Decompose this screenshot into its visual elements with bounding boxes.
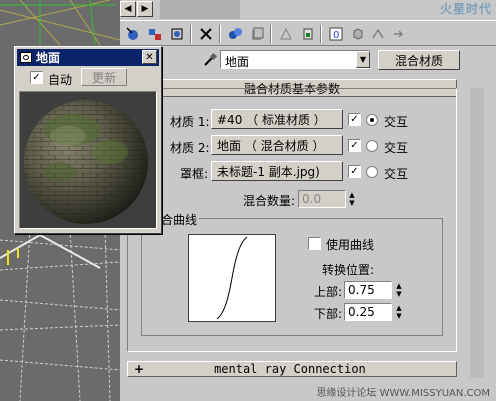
close-icon[interactable]: ✕ <box>142 50 157 64</box>
upper-spinner[interactable]: ▲ ▼ <box>394 281 404 299</box>
scroll-left-arrow[interactable]: ◀ <box>120 1 136 17</box>
material-name-dropdown-arrow[interactable]: ▼ <box>356 51 370 68</box>
mask-interactive-radio[interactable] <box>366 166 378 178</box>
put-to-library-icon[interactable] <box>247 24 267 44</box>
toolbar-separator <box>270 25 272 43</box>
mixing-curve-line <box>216 236 248 320</box>
show-map-icon[interactable] <box>298 24 318 44</box>
material-2-interactive-label: 交互 <box>384 141 409 155</box>
preview-sphere-area <box>19 91 157 229</box>
upper-field[interactable]: 0.75 <box>344 281 392 299</box>
preview-title-bar[interactable]: 地面 ✕ <box>17 49 159 66</box>
mix-amount-field[interactable]: 0.0 <box>298 190 346 208</box>
scroll-right-arrow[interactable]: ▶ <box>137 1 153 17</box>
update-button[interactable]: 更新 <box>81 68 127 86</box>
material-editor-icon <box>20 52 32 63</box>
material-1-button[interactable]: #40 （ 标准材质 ） <box>211 109 343 129</box>
lower-field[interactable]: 0.25 <box>344 303 392 321</box>
mix-amount-label: 混合数量: <box>243 194 296 208</box>
toolbar-separator <box>320 25 322 43</box>
watermark-top: 火星时代 <box>439 2 492 16</box>
material-2-enable-checkbox[interactable]: ✓ <box>348 139 361 152</box>
panel-scroll-track[interactable] <box>470 88 484 378</box>
material-preview-window[interactable]: 地面 ✕ ✓ 自动 更新 <box>14 46 162 234</box>
toolbar-separator <box>219 25 221 43</box>
material-1-interactive-radio[interactable] <box>366 114 378 126</box>
preview-title: 地面 <box>36 51 61 65</box>
material-effects-channel-icon[interactable] <box>276 24 296 44</box>
material-name-field[interactable]: 地面 <box>220 50 370 69</box>
rollout-expand-sign: + <box>134 362 145 376</box>
svg-text:0: 0 <box>333 30 339 41</box>
transition-zone-label: 转换位置: <box>322 263 375 277</box>
use-curve-label: 使用曲线 <box>326 238 375 252</box>
mask-interactive-label: 交互 <box>384 167 409 181</box>
upper-label: 上部: <box>314 285 343 299</box>
go-to-parent-icon[interactable] <box>368 24 388 44</box>
material-2-label: 材质 2: <box>170 141 210 155</box>
material-id-icon[interactable]: 0 <box>326 24 346 44</box>
panel-scroll-region[interactable] <box>470 88 484 378</box>
auto-update-label: 自动 <box>48 73 73 87</box>
lower-spinner[interactable]: ▲ ▼ <box>394 303 404 321</box>
eyedropper-icon[interactable] <box>202 52 218 68</box>
mask-enable-checkbox[interactable]: ✓ <box>348 165 361 178</box>
assign-material-icon[interactable] <box>167 24 187 44</box>
toolbar-separator <box>190 25 192 43</box>
mask-map-button[interactable]: 未标题-1 副本.jpg) <box>211 161 343 181</box>
reset-map-icon[interactable] <box>196 24 216 44</box>
mixing-curve-title: 合曲线 <box>159 211 200 228</box>
watermark-bottom: 思缘设计论坛 WWW.MISSYUAN.COM <box>316 388 490 399</box>
material-type-button[interactable]: 混合材质 <box>378 50 460 70</box>
material-2-interactive-radio[interactable] <box>366 140 378 152</box>
make-unique-icon[interactable] <box>225 24 245 44</box>
go-forward-sibling-icon[interactable] <box>388 24 408 44</box>
rollout-mental-ray-title: mental ray Connection <box>214 362 366 376</box>
mix-amount-spinner[interactable]: ▲ ▼ <box>347 190 357 208</box>
put-to-scene-icon[interactable] <box>145 24 165 44</box>
material-sphere <box>24 100 148 224</box>
material-1-label: 材质 1: <box>170 115 210 129</box>
material-toolbar: 0 <box>120 20 496 46</box>
lower-label: 下部: <box>314 307 343 321</box>
rollout-mental-ray[interactable]: + mental ray Connection <box>127 361 457 377</box>
use-curve-checkbox[interactable] <box>308 237 321 250</box>
auto-update-checkbox[interactable]: ✓ <box>30 71 43 84</box>
mixing-curve-graph <box>188 234 276 322</box>
material-name-row: 地面 ▼ 混合材质 <box>120 49 496 71</box>
show-end-result-icon[interactable] <box>348 24 368 44</box>
material-1-interactive-label: 交互 <box>384 115 409 129</box>
material-2-button[interactable]: 地面 （ 混合材质 ） <box>211 135 343 155</box>
get-material-icon[interactable] <box>123 24 143 44</box>
mask-label: 罩框: <box>180 167 209 181</box>
top-strip-fill <box>160 0 240 19</box>
material-1-enable-checkbox[interactable]: ✓ <box>348 113 361 126</box>
